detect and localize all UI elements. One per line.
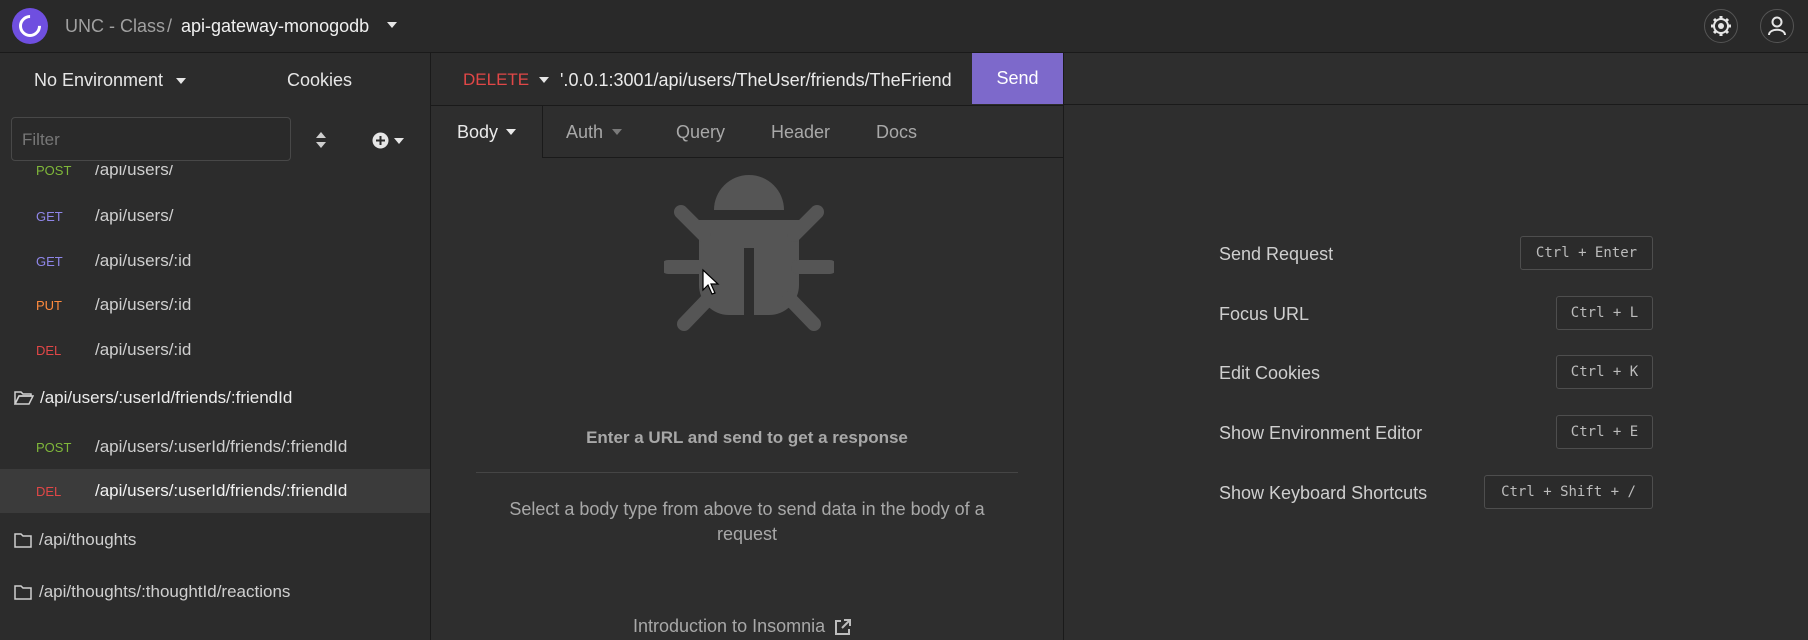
user-icon xyxy=(1768,16,1786,36)
request-item[interactable]: POST /api/users/:userId/friends/:friendI… xyxy=(0,425,430,469)
shortcut-label: Show Keyboard Shortcuts xyxy=(1219,483,1428,503)
response-header-divider xyxy=(1064,104,1808,105)
project-dropdown-icon[interactable] xyxy=(387,22,397,28)
cookies-button[interactable]: Cookies xyxy=(287,70,352,91)
shortcut-label: Send Request xyxy=(1219,244,1334,264)
chevron-down-icon xyxy=(506,129,517,135)
folder-icon xyxy=(14,584,32,600)
folder-item-reactions[interactable]: /api/thoughts/:thoughtId/reactions xyxy=(0,570,430,614)
tab-query[interactable]: Query xyxy=(676,106,725,158)
folder-item-friends[interactable]: /api/users/:userId/friends/:friendId xyxy=(0,376,430,420)
environment-label: No Environment xyxy=(34,70,164,90)
folder-open-icon xyxy=(14,391,34,405)
method-badge: POST xyxy=(36,164,72,178)
request-item[interactable]: DEL /api/users/:id xyxy=(0,328,430,372)
chevron-down-icon xyxy=(539,77,550,83)
body-hint: Select a body type from above to send da… xyxy=(509,499,985,544)
empty-state-title: Enter a URL and send to get a response xyxy=(586,428,908,447)
method-badge: GET xyxy=(36,253,63,269)
settings-button[interactable] xyxy=(1704,9,1738,43)
intro-link-label: Introduction to Insomnia xyxy=(633,616,826,636)
environment-selector[interactable]: No Environment xyxy=(34,70,187,91)
request-path: /api/users/:id xyxy=(95,295,192,314)
create-button[interactable] xyxy=(372,132,404,149)
request-item[interactable]: PUT /api/users/:id xyxy=(0,283,430,327)
tab-label: Body xyxy=(456,121,499,142)
method-selector[interactable]: DELETE xyxy=(463,70,550,90)
folder-name: /api/users/:userId/friends/:friendId xyxy=(40,388,293,407)
shortcut-keys: Ctrl + K xyxy=(1556,355,1653,389)
tab-header[interactable]: Header xyxy=(771,106,830,158)
plus-circle-icon xyxy=(372,132,389,149)
breadcrumb-project[interactable]: api-gateway-monogodb xyxy=(181,16,369,37)
folder-icon xyxy=(14,532,32,548)
request-item[interactable]: GET /api/users/ xyxy=(0,194,430,238)
shortcut-label: Show Environment Editor xyxy=(1219,423,1423,443)
bug-icon xyxy=(664,175,834,331)
request-path: /api/users/:userId/friends/:friendId xyxy=(95,437,348,456)
external-link-icon xyxy=(835,618,852,635)
method-badge: DEL xyxy=(36,342,62,358)
folder-item-thoughts[interactable]: /api/thoughts xyxy=(0,518,430,562)
request-item-active[interactable]: DEL /api/users/:userId/friends/:friendId xyxy=(0,469,430,513)
request-item[interactable]: GET /api/users/:id xyxy=(0,239,430,283)
pane-divider xyxy=(1063,53,1064,640)
tab-docs[interactable]: Docs xyxy=(876,106,917,158)
method-badge: POST xyxy=(36,439,72,455)
tab-body[interactable]: Body xyxy=(431,106,542,158)
insomnia-logo-icon[interactable] xyxy=(12,8,48,44)
request-path: /api/users/:userId/friends/:friendId xyxy=(95,481,348,500)
folder-name: /api/thoughts xyxy=(39,530,137,549)
shortcut-keys: Ctrl + E xyxy=(1556,415,1653,449)
request-path: /api/users/ xyxy=(95,206,174,225)
request-path: /api/users/ xyxy=(95,164,174,179)
shortcut-keys: Ctrl + Enter xyxy=(1520,236,1653,270)
chevron-down-icon xyxy=(612,129,623,135)
breadcrumb-separator: / xyxy=(167,16,173,36)
method-badge: GET xyxy=(36,208,63,224)
mouse-cursor-icon xyxy=(702,268,720,295)
filter-input[interactable]: Filter xyxy=(11,117,291,161)
request-item[interactable]: POST /api/users/ xyxy=(0,164,430,186)
request-path: /api/users/:id xyxy=(95,340,192,359)
method-label: DELETE xyxy=(463,70,530,89)
method-badge: DEL xyxy=(36,483,62,499)
tab-auth[interactable]: Auth xyxy=(566,106,623,158)
shortcut-label: Edit Cookies xyxy=(1219,363,1321,383)
breadcrumb-org[interactable]: UNC - Class xyxy=(65,16,165,37)
shortcut-keys: Ctrl + Shift + / xyxy=(1484,475,1653,509)
sort-button[interactable] xyxy=(315,131,327,154)
request-list-clip: POST /api/users/ xyxy=(0,164,430,186)
gear-icon xyxy=(1711,16,1731,36)
intro-link[interactable]: Introduction to Insomnia xyxy=(633,616,852,637)
account-button[interactable] xyxy=(1760,9,1794,43)
sort-icon xyxy=(316,132,326,148)
shortcut-keys: Ctrl + L xyxy=(1556,296,1653,330)
folder-name: /api/thoughts/:thoughtId/reactions xyxy=(39,582,291,601)
divider xyxy=(476,472,1018,473)
request-path: /api/users/:id xyxy=(95,251,192,270)
chevron-down-icon xyxy=(176,78,187,85)
method-badge: PUT xyxy=(36,297,62,313)
chevron-down-icon xyxy=(394,137,404,144)
url-input[interactable]: '.0.0.1:3001/api/users/TheUser/friends/T… xyxy=(560,70,965,91)
send-button[interactable]: Send xyxy=(972,53,1063,104)
tab-label: Auth xyxy=(566,121,604,142)
shortcut-label: Focus URL xyxy=(1219,304,1310,324)
